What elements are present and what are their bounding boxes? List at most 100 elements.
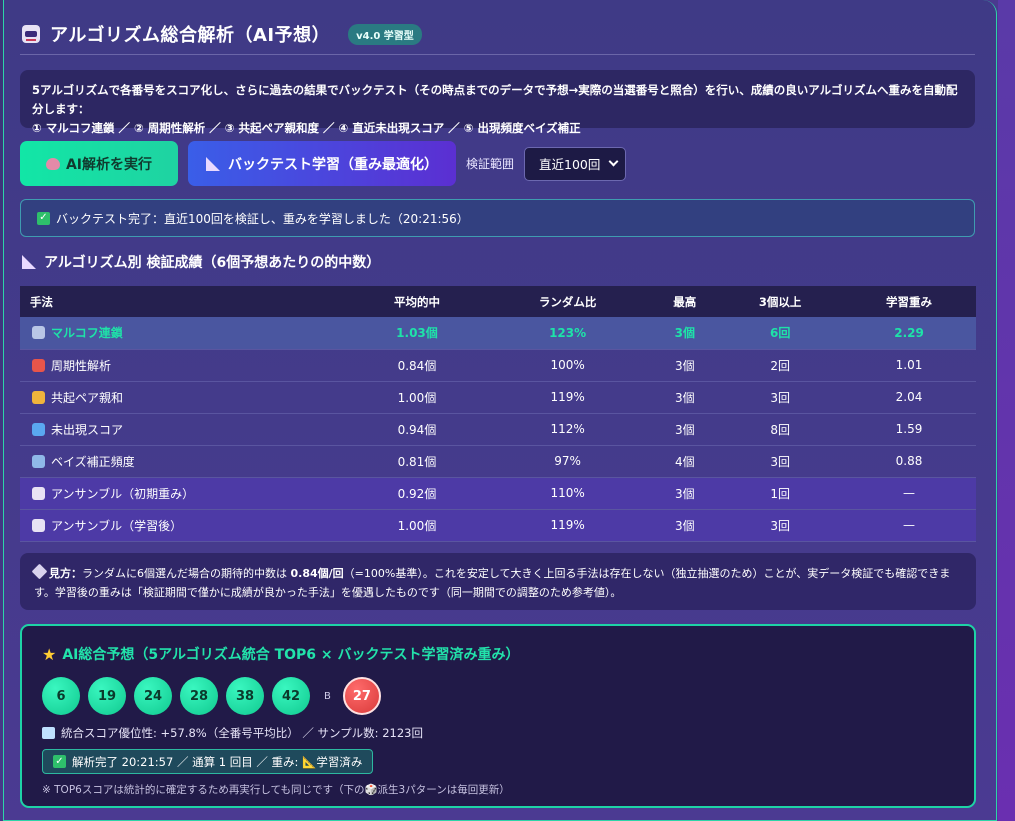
- algorithm-name-cell: マルコフ連鎖: [20, 317, 350, 350]
- status-text: バックテスト完了：直近100回を検証し、重みを学習しました（20:21:56）: [56, 211, 469, 226]
- algorithm-name: アンサンブル（学習後）: [51, 518, 183, 533]
- tip-box: 見方：ランダムに6個選んだ場合の期待的中数は 0.84個/回（=100%基準）。…: [20, 553, 976, 610]
- bonus-label: B: [324, 690, 331, 702]
- intro-line-2: ① マルコフ連鎖 ／ ② 周期性解析 ／ ③ 共起ペア親和度 ／ ④ 直近未出現…: [32, 121, 581, 135]
- number-ball: 24: [134, 677, 172, 715]
- random-ratio-cell: 123%: [483, 317, 652, 350]
- handshake-icon: [32, 390, 45, 404]
- link-icon: [32, 326, 45, 340]
- ai-prediction-card: ★ AI総合予想（5アルゴリズム統合 TOP6 × バックテスト学習済み重み） …: [20, 624, 976, 808]
- alarm-clock-icon: [32, 358, 45, 372]
- max-hit-cell: 3個: [651, 413, 719, 446]
- page-title: アルゴリズム総合解析（AI予想）: [50, 25, 331, 46]
- chart-increasing-icon: [42, 727, 55, 739]
- section-title-text: アルゴリズム別 検証成績（6個予想あたりの的中数）: [44, 255, 381, 271]
- algorithm-name-cell: アンサンブル（学習後）: [20, 509, 350, 542]
- section-title: アルゴリズム別 検証成績（6個予想あたりの的中数）: [22, 252, 380, 272]
- table-row: マルコフ連鎖 1.03個 123% 3個 6回 2.29: [20, 317, 976, 350]
- three-plus-cell: 3回: [718, 381, 843, 414]
- learned-weight-cell: —: [842, 509, 976, 542]
- prediction-title: ★ AI総合予想（5アルゴリズム統合 TOP6 × バックテスト学習済み重み）: [42, 644, 954, 664]
- avg-hit-cell: 0.81個: [350, 445, 484, 478]
- robot-icon: [32, 486, 45, 500]
- three-plus-cell: 3回: [718, 445, 843, 478]
- number-ball: 6: [42, 677, 80, 715]
- algorithm-name: 周期性解析: [51, 358, 112, 373]
- three-plus-cell: 6回: [718, 317, 843, 350]
- table-row: アンサンブル（学習後） 1.00個 119% 3個 3回 —: [20, 509, 976, 542]
- learned-weight-cell: 2.29: [842, 317, 976, 350]
- max-hit-cell: 3個: [651, 317, 719, 350]
- sleep-icon: [32, 422, 45, 436]
- random-ratio-cell: 100%: [483, 349, 652, 382]
- range-select-value: 直近100回: [539, 157, 601, 172]
- learned-weight-cell: 1.01: [842, 349, 976, 382]
- column-header: ランダム比: [538, 294, 597, 309]
- avg-hit-cell: 1.03個: [350, 317, 484, 350]
- column-header: 手法: [30, 294, 53, 309]
- brain-icon: [45, 157, 60, 170]
- panel-header: アルゴリズム総合解析（AI予想） v4.0 学習型: [20, 18, 975, 55]
- max-hit-cell: 3個: [651, 381, 719, 414]
- random-ratio-cell: 119%: [483, 381, 652, 414]
- chevron-down-icon: [608, 156, 619, 167]
- table-row: 周期性解析 0.84個 100% 3個 2回 1.01: [20, 349, 976, 382]
- robot-icon: [22, 25, 40, 43]
- number-ball: 19: [88, 677, 126, 715]
- backtest-learn-label: バックテスト学習（重み最適化）: [228, 156, 438, 173]
- score-stat-text: 統合スコア優位性: +57.8%（全番号平均比） ／ サンプル数: 2123回: [61, 726, 423, 740]
- three-plus-cell: 1回: [718, 477, 843, 510]
- table-row: アンサンブル（初期重み） 0.92個 110% 3個 1回 —: [20, 477, 976, 510]
- learned-weight-cell: —: [842, 477, 976, 510]
- max-hit-cell: 3個: [651, 509, 719, 542]
- bonus-number-ball: 27: [342, 677, 381, 715]
- number-ball: 38: [226, 677, 264, 715]
- max-hit-cell: 4個: [651, 445, 719, 478]
- three-plus-cell: 8回: [718, 413, 843, 446]
- algorithm-name-cell: 未出現スコア: [20, 413, 350, 446]
- check-icon: ✓: [53, 755, 66, 768]
- score-stat-line: 統合スコア優位性: +57.8%（全番号平均比） ／ サンプル数: 2123回: [42, 725, 954, 741]
- range-select[interactable]: 直近100回: [524, 146, 627, 181]
- column-header: 学習重み: [886, 294, 933, 309]
- algorithm-name: 未出現スコア: [51, 422, 124, 437]
- learned-weight-cell: 0.88: [842, 445, 976, 478]
- three-plus-cell: 3回: [718, 509, 843, 542]
- star-icon: ★: [42, 644, 57, 664]
- pencil-icon: [31, 563, 48, 580]
- avg-hit-cell: 0.92個: [350, 477, 484, 510]
- run-ai-analysis-button[interactable]: AI解析を実行: [20, 141, 178, 186]
- page-background-strip: [998, 0, 1015, 821]
- column-header: 平均的中: [393, 294, 440, 309]
- control-bar: AI解析を実行 バックテスト学習（重み最適化） 検証範囲 直近100回: [20, 141, 627, 186]
- range-label: 検証範囲: [466, 157, 515, 171]
- table-row: ベイズ補正頻度 0.81個 97% 4個 3回 0.88: [20, 445, 976, 478]
- max-hit-cell: 3個: [651, 349, 719, 382]
- table-row: 未出現スコア 0.94個 112% 3個 8回 1.59: [20, 413, 976, 446]
- check-icon: ✓: [37, 211, 50, 225]
- backtest-learn-button[interactable]: バックテスト学習（重み最適化）: [188, 141, 456, 186]
- random-ratio-cell: 119%: [483, 509, 652, 542]
- random-ratio-cell: 97%: [483, 445, 652, 478]
- algorithm-name-cell: 周期性解析: [20, 349, 350, 382]
- analysis-done-text: 解析完了 20:21:57 ／ 通算 1 回目 ／ 重み: 📐学習済み: [72, 754, 363, 769]
- bar-chart-icon: [32, 454, 45, 468]
- algorithm-name: アンサンブル（初期重み）: [51, 486, 195, 501]
- random-ratio-cell: 112%: [483, 413, 652, 446]
- avg-hit-cell: 1.00個: [350, 509, 484, 542]
- column-header: 最高: [673, 294, 697, 309]
- algorithm-name-cell: 共起ペア親和: [20, 381, 350, 414]
- prediction-note: ※ TOP6スコアは統計的に確定するため再実行しても同じです（下の🎲派生3パター…: [42, 784, 510, 796]
- column-header: 3個以上: [758, 294, 802, 309]
- learned-weight-cell: 1.59: [842, 413, 976, 446]
- intro-box: 5アルゴリズムで各番号をスコア化し、さらに過去の結果でバックテスト（その時点まで…: [20, 70, 975, 135]
- avg-hit-cell: 1.00個: [350, 381, 484, 414]
- robot-icon: [32, 518, 45, 532]
- number-ball: 28: [180, 677, 218, 715]
- avg-hit-cell: 0.84個: [350, 349, 484, 382]
- run-ai-analysis-label: AI解析を実行: [65, 156, 153, 173]
- tip-label: 見方：: [49, 567, 82, 580]
- number-ball: 42: [272, 677, 310, 715]
- table-header-row: 手法 平均的中 ランダム比 最高 3個以上 学習重み: [20, 286, 976, 317]
- algorithm-name-cell: アンサンブル（初期重み）: [20, 477, 350, 510]
